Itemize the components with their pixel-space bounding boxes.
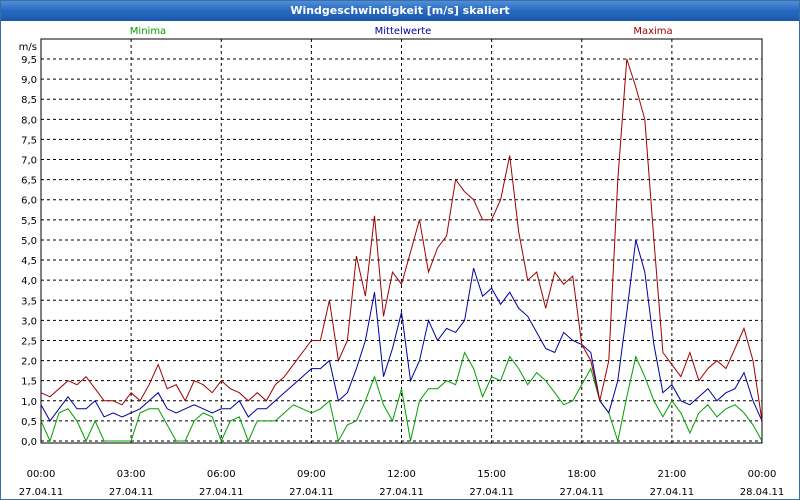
legend-minima: Minima	[130, 26, 166, 37]
x-tick-date: 27.04.11	[650, 487, 695, 498]
y-tick-label: 5,5	[21, 216, 37, 227]
y-tick-label: 2,5	[21, 336, 37, 347]
x-tick-date: 27.04.11	[19, 487, 64, 498]
y-tick-label: 8,5	[21, 95, 37, 106]
x-tick-date: 27.04.11	[469, 487, 514, 498]
legend-maxima: Maxima	[633, 26, 672, 37]
x-tick-time: 15:00	[477, 469, 506, 480]
x-tick-date: 27.04.11	[559, 487, 604, 498]
legend-mittelwerte: Mittelwerte	[375, 26, 432, 37]
x-tick-date: 27.04.11	[199, 487, 244, 498]
y-tick-label: 0,5	[21, 417, 37, 428]
chart-title: Windgeschwindigkeit [m/s] skaliert	[1, 1, 799, 21]
x-tick-time: 00:00	[27, 469, 56, 480]
y-tick-label: 1,0	[21, 397, 37, 408]
chart-window: Windgeschwindigkeit [m/s] skaliert 0,0 0,…	[0, 0, 800, 500]
y-tick-label: 6,5	[21, 176, 37, 187]
y-axis-label: m/s	[19, 42, 37, 53]
y-tick-label: 2,0	[21, 357, 37, 368]
y-tick-label: 5,0	[21, 236, 37, 247]
x-tick-date: 28.04.11	[740, 487, 785, 498]
x-tick-time: 21:00	[657, 469, 686, 480]
y-tick-label: 6,0	[21, 196, 37, 207]
y-tick-label: 4,0	[21, 276, 37, 287]
y-tick-label: 4,5	[21, 256, 37, 267]
wind-speed-chart: 0,0 0,5 1,0 1,5 2,0 2,5 3,0 3,5 4,0 4,5 5,0 5,5 6,0 6…	[1, 21, 799, 499]
x-tick-time: 09:00	[297, 469, 326, 480]
x-tick-time: 03:00	[117, 469, 146, 480]
y-tick-label: 0,0	[21, 437, 37, 448]
x-tick-time: 18:00	[567, 469, 596, 480]
x-tick-time: 12:00	[387, 469, 416, 480]
y-tick-label: 3,0	[21, 316, 37, 327]
y-tick-label: 7,0	[21, 156, 37, 167]
x-tick-date: 27.04.11	[109, 487, 154, 498]
x-tick-date: 27.04.11	[379, 487, 424, 498]
y-tick-label: 8,0	[21, 115, 37, 126]
y-tick-label: 9,0	[21, 75, 37, 86]
y-tick-label: 1,5	[21, 377, 37, 388]
x-tick-time: 06:00	[207, 469, 236, 480]
y-tick-label: 3,5	[21, 296, 37, 307]
y-tick-label: 9,5	[21, 55, 37, 66]
x-tick-date: 27.04.11	[289, 487, 334, 498]
y-tick-label: 7,5	[21, 135, 37, 146]
x-tick-time: 00:00	[748, 469, 777, 480]
